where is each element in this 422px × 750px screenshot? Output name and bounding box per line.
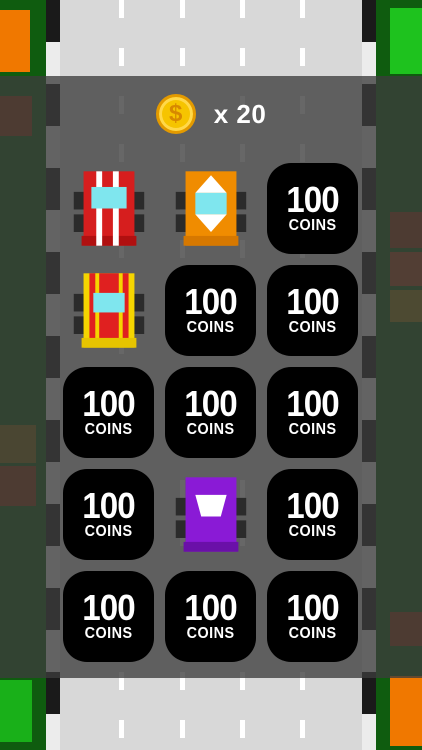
- locked-car-tile[interactable]: 100 COINS: [63, 469, 154, 560]
- price-unit: COINS: [84, 624, 133, 642]
- price-unit: COINS: [288, 420, 337, 438]
- car-windshield: [195, 192, 227, 215]
- locked-car-tile[interactable]: 100 COINS: [267, 571, 358, 662]
- price-unit: COINS: [288, 216, 337, 234]
- purple-car-icon: [175, 477, 247, 552]
- car-bumper: [183, 235, 239, 246]
- price-unit: COINS: [288, 624, 337, 642]
- right-block-orange: [390, 676, 422, 746]
- price-amount: 100: [82, 484, 135, 526]
- price-unit: COINS: [186, 420, 235, 438]
- price-amount: 100: [82, 382, 135, 424]
- orange-arrow-car-icon: [175, 171, 247, 246]
- game-screen: $ x 20 100 COINS 100 COINS 100 COINS 100 COINS 1…: [0, 0, 422, 750]
- car-tile-orange-arrow-car[interactable]: [165, 163, 256, 254]
- price-amount: 100: [184, 586, 237, 628]
- car-tile-purple-car[interactable]: [165, 469, 256, 560]
- car-bumper: [81, 235, 137, 246]
- left-block-green: [0, 680, 32, 742]
- coin-count: x 20: [213, 98, 267, 129]
- price-amount: 100: [184, 280, 237, 322]
- car-tile-yellow-red-car[interactable]: [63, 265, 154, 356]
- price-amount: 100: [286, 484, 339, 526]
- locked-car-tile[interactable]: 100 COINS: [165, 571, 256, 662]
- price-amount: 100: [286, 178, 339, 220]
- price-unit: COINS: [186, 624, 235, 642]
- locked-car-tile[interactable]: 100 COINS: [267, 367, 358, 458]
- left-block-orange: [0, 10, 30, 72]
- price-unit: COINS: [288, 522, 337, 540]
- locked-car-tile[interactable]: 100 COINS: [267, 265, 358, 356]
- car-bumper: [81, 337, 137, 348]
- locked-car-tile[interactable]: 100 COINS: [63, 367, 154, 458]
- coin-counter: $ x 20: [0, 92, 422, 136]
- yellow-red-car-icon: [73, 273, 145, 348]
- price-amount: 100: [286, 280, 339, 322]
- locked-car-tile[interactable]: 100 COINS: [63, 571, 154, 662]
- locked-car-tile[interactable]: 100 COINS: [165, 265, 256, 356]
- locked-car-tile[interactable]: 100 COINS: [267, 163, 358, 254]
- locked-car-tile[interactable]: 100 COINS: [267, 469, 358, 560]
- price-unit: COINS: [186, 318, 235, 336]
- car-selection-grid: 100 COINS 100 COINS 100 COINS 100 COINS 100 COINS…: [63, 163, 359, 662]
- car-windshield: [93, 292, 125, 313]
- price-amount: 100: [286, 382, 339, 424]
- price-amount: 100: [286, 586, 339, 628]
- price-unit: COINS: [84, 522, 133, 540]
- right-block-green: [390, 8, 422, 74]
- car-windshield: [91, 186, 127, 209]
- price-amount: 100: [184, 382, 237, 424]
- car-tile-red-striped-car[interactable]: [63, 163, 154, 254]
- price-amount: 100: [82, 586, 135, 628]
- price-unit: COINS: [288, 318, 337, 336]
- red-striped-car-icon: [73, 171, 145, 246]
- locked-car-tile[interactable]: 100 COINS: [165, 367, 256, 458]
- price-unit: COINS: [84, 420, 133, 438]
- car-bumper: [183, 541, 239, 552]
- dollar-coin-icon: $: [155, 94, 196, 134]
